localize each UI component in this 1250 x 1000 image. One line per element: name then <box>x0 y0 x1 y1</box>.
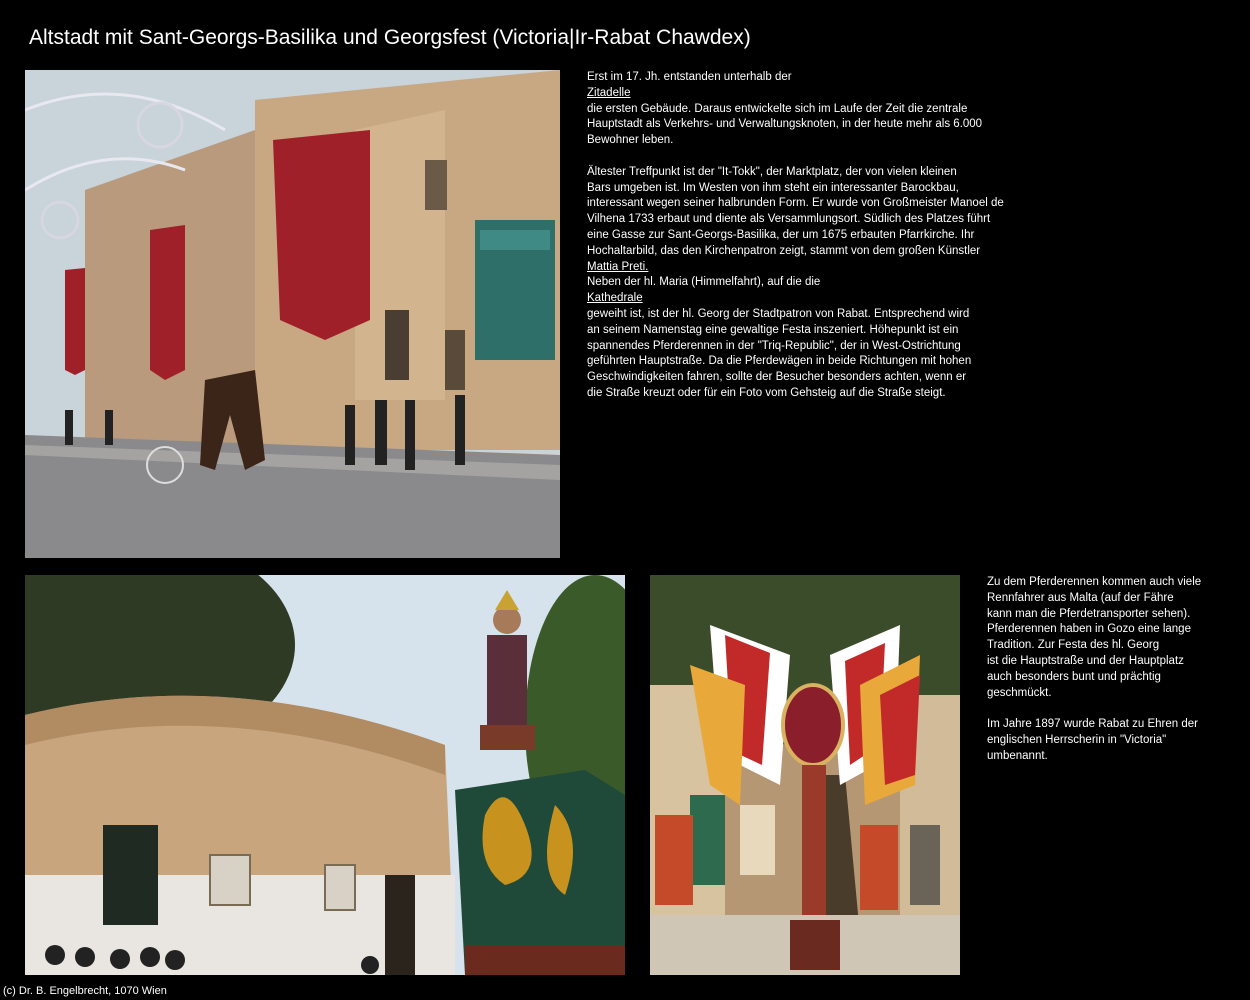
text-line: Vilhena 1733 erbaut und diente als Versa… <box>587 213 991 226</box>
text-line: Erst im 17. Jh. entstanden unterhalb der <box>587 71 792 83</box>
baroque-building-illustration <box>25 575 625 975</box>
text-line: interessant wegen seiner halbrunden Form… <box>587 197 1004 210</box>
festival-flags-photo <box>650 575 960 975</box>
text-line: Zu dem Pferderennen kommen auch viele <box>987 576 1202 588</box>
text-line: geführten Hauptstraße. Da die Pferdewäge… <box>587 355 972 368</box>
text-line: die ersten Gebäude. Daraus entwickelte s… <box>587 102 968 115</box>
text-line: Hauptstadt als Verkehrs- und Verwaltungs… <box>587 118 983 131</box>
text-line: englischen Herrscherin in "Victoria" <box>987 733 1167 746</box>
text-line: Bars umgeben ist. Im Westen von ihm steh… <box>587 181 959 194</box>
page-title: Altstadt mit Sant-Georgs-Basilika und Ge… <box>29 26 751 49</box>
kathedrale-link[interactable]: Kathedrale <box>587 291 1037 307</box>
text-line: Ältester Treffpunkt ist der "It-Tokk", d… <box>587 165 957 178</box>
text-line: Im Jahre 1897 wurde Rabat zu Ehren der <box>987 718 1198 731</box>
text-line: Tradition. Zur Festa des hl. Georg <box>987 639 1160 652</box>
text-line: Geschwindigkeiten fahren, sollte der Bes… <box>587 371 967 384</box>
text-line: geweiht ist, ist der hl. Georg der Stadt… <box>587 307 970 320</box>
festival-flags-illustration <box>650 575 960 975</box>
text-line: kann man die Pferdetransporter sehen). <box>987 607 1191 620</box>
baroque-building-statue-photo <box>25 575 625 975</box>
text-line: an seinem Namenstag eine gewaltige Festa… <box>587 323 959 336</box>
horse-race-text-block: Zu dem Pferderennen kommen auch viele Re… <box>987 575 1227 765</box>
text-line: umbenannt. <box>987 749 1048 762</box>
text-line: Hochaltarbild, das den Kirchenpatron zei… <box>587 244 981 257</box>
text-line: geschmückt. <box>987 686 1052 699</box>
text-line: ist die Hauptstraße und der Hauptplatz <box>987 654 1184 667</box>
history-text-block: Erst im 17. Jh. entstanden unterhalb der… <box>587 70 1037 402</box>
text-line: Neben der hl. Maria (Himmelfahrt), auf d… <box>587 276 821 289</box>
copyright-footer: (c) Dr. B. Engelbrecht, 1070 Wien <box>3 985 167 997</box>
mattia-preti-link[interactable]: Mattia Preti. <box>587 260 1037 276</box>
street-festival-photo <box>25 70 560 558</box>
text-line: die Straße kreuzt oder für ein Foto vom … <box>587 386 946 399</box>
zitadelle-link[interactable]: Zitadelle <box>587 86 1037 102</box>
text-line: Bewohner leben. <box>587 134 674 147</box>
text-line: spannendes Pferderennen in der "Triq-Rep… <box>587 339 961 352</box>
street-festival-illustration <box>25 70 560 558</box>
text-line: eine Gasse zur Sant-Georgs-Basilika, der… <box>587 228 975 241</box>
text-line: auch besonders bunt und prächtig <box>987 670 1161 683</box>
text-line: Rennfahrer aus Malta (auf der Fähre <box>987 591 1174 604</box>
text-line: Pferderennen haben in Gozo eine lange <box>987 623 1191 636</box>
